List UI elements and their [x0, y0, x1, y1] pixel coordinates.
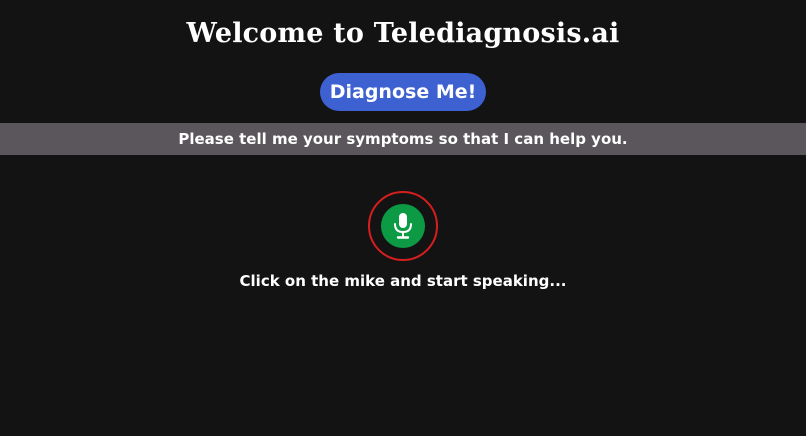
page-title: Welcome to Telediagnosis.ai	[186, 18, 620, 49]
microphone-button-fill[interactable]	[381, 204, 425, 248]
microphone-button[interactable]	[368, 191, 438, 261]
speaking-hint: Click on the mike and start speaking...	[239, 272, 567, 290]
microphone-icon	[394, 213, 412, 239]
diagnose-me-button[interactable]: Diagnose Me!	[320, 73, 486, 111]
symptom-prompt-banner: Please tell me your symptoms so that I c…	[0, 123, 806, 155]
